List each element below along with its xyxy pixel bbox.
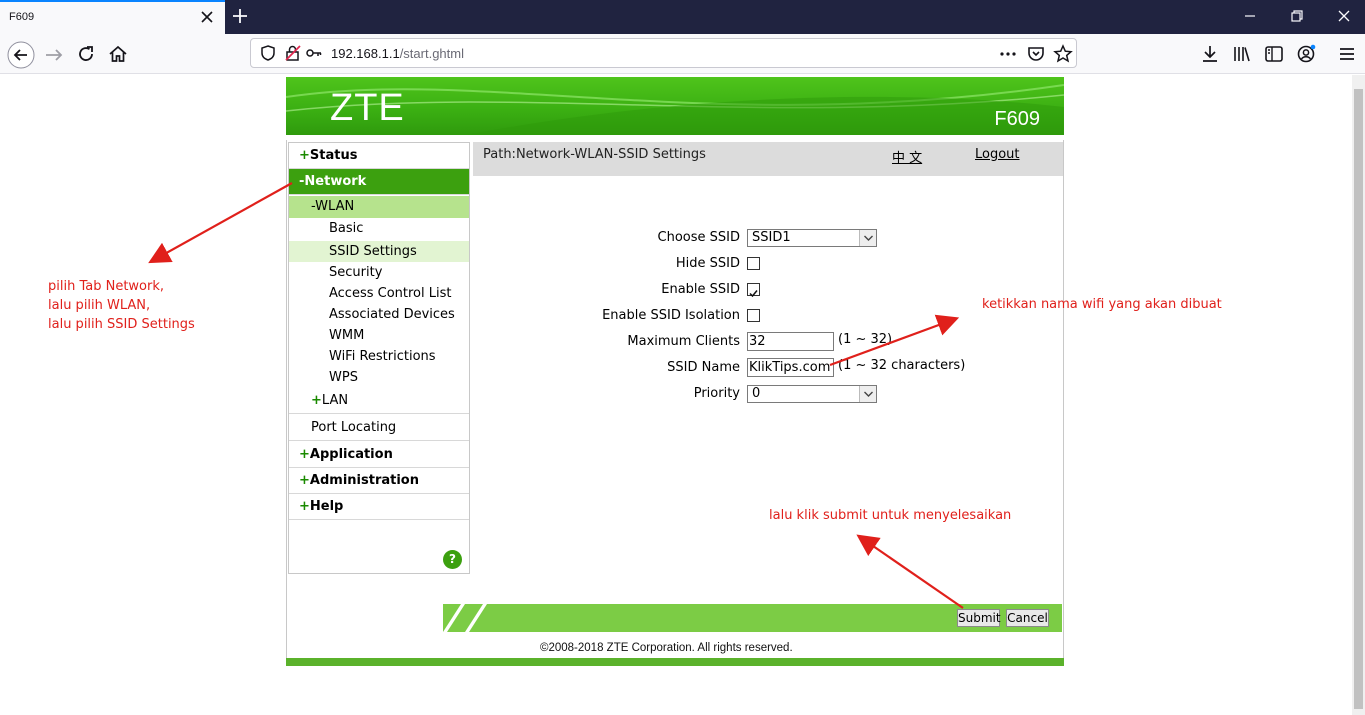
new-tab-icon[interactable] [230,6,250,26]
browser-nav-bar: 192.168.1.1/start.ghtml [0,34,1365,74]
key-icon[interactable] [305,44,323,62]
max-clients-label: Maximum Clients [627,334,740,349]
minimize-icon[interactable] [1242,8,1258,24]
sidebar-item-ssid-settings[interactable]: SSID Settings [289,241,469,262]
expand-icon: + [299,447,310,462]
ssid-name-label: SSID Name [667,360,740,375]
back-icon[interactable] [7,41,35,69]
sidebar: +Status -Network -WLAN Basic SSID Settin… [288,142,470,574]
enable-ssid-checkbox[interactable] [747,283,760,298]
choose-ssid-value: SSID1 [752,230,791,245]
sidebar-item-application[interactable]: +Application [289,442,469,468]
browser-tab-bar: F609 [0,0,1365,34]
priority-select[interactable]: 0 [747,385,877,403]
arrow-to-network [148,182,293,264]
ssid-name-input[interactable]: KlikTips.com [747,358,834,377]
chevron-down-icon [859,386,876,402]
account-icon[interactable] [1294,42,1318,66]
scrollbar-thumb[interactable] [1354,89,1363,709]
close-tab-icon[interactable] [199,9,215,25]
max-clients-hint: (1 ~ 32) [838,332,893,347]
chevron-down-icon [859,230,876,246]
shield-icon[interactable] [258,43,278,63]
insecure-lock-icon[interactable] [284,44,302,62]
zte-banner: ZTE F609 [286,77,1064,135]
menu-icon[interactable] [1335,42,1359,66]
choose-ssid-label: Choose SSID [657,230,740,245]
sidebar-item-port-locating[interactable]: Port Locating [289,415,469,441]
sidebar-item-label: Help [309,499,344,514]
language-switch-link[interactable]: 中 文 [892,147,922,166]
url-host: 192.168.1.1 [331,46,400,61]
tab-title: F609 [9,11,35,23]
expand-icon: + [311,393,322,408]
submit-button[interactable]: Submit [957,609,1001,627]
sidebar-item-label: Administration [309,473,419,488]
footer-bar [286,658,1064,666]
page-actions-icon[interactable] [996,42,1020,66]
url-path: /start.ghtml [399,46,464,61]
help-icon[interactable]: ? [443,550,462,569]
ssid-isolation-checkbox[interactable] [747,309,760,322]
sidebar-item-network[interactable]: -Network [289,169,469,195]
enable-ssid-label: Enable SSID [661,282,740,297]
expand-icon: + [299,148,310,163]
sidebar-icon[interactable] [1262,42,1286,66]
vertical-scrollbar[interactable] [1352,75,1365,715]
library-icon[interactable] [1230,42,1254,66]
sidebar-item-lan[interactable]: +LAN [289,390,469,414]
model-name: F609 [994,108,1040,130]
sidebar-item-basic[interactable]: Basic [289,218,469,239]
sidebar-item-security[interactable]: Security [289,262,469,283]
ssid-name-hint: (1 ~ 32 characters) [838,358,966,373]
sidebar-item-administration[interactable]: +Administration [289,468,469,494]
choose-ssid-select[interactable]: SSID1 [747,229,877,247]
sidebar-item-label: WLAN [315,199,355,214]
hide-ssid-checkbox[interactable] [747,257,760,270]
reload-icon[interactable] [74,42,98,66]
annotation-network-steps: pilih Tab Network, lalu pilih WLAN, lalu… [48,279,195,332]
sidebar-item-wmm[interactable]: WMM [289,325,469,346]
sidebar-item-wps[interactable]: WPS [289,367,469,388]
button-bar: Submit Cancel [443,604,1062,632]
expand-icon: + [299,473,310,488]
downloads-icon[interactable] [1198,42,1222,66]
logout-link[interactable]: Logout [975,147,1020,162]
checkmark-icon [749,290,758,298]
annotation-click-submit: lalu klik submit untuk menyelesaikan [769,508,1012,523]
sidebar-item-associated-devices[interactable]: Associated Devices [289,304,469,325]
hide-ssid-label: Hide SSID [675,256,740,271]
bar-stripe-decoration [443,604,487,632]
sidebar-item-label: Status [309,148,358,163]
path-bar: Path:Network-WLAN-SSID Settings 中 文 Logo… [473,142,1063,176]
pocket-icon[interactable] [1024,42,1048,66]
url-text[interactable]: 192.168.1.1/start.ghtml [331,46,464,61]
sidebar-item-status[interactable]: +Status [289,143,469,169]
copyright-text: ©2008-2018 ZTE Corporation. All rights r… [540,642,793,654]
browser-tab[interactable]: F609 [0,0,225,34]
home-icon[interactable] [106,42,130,66]
breadcrumb: Path:Network-WLAN-SSID Settings [483,147,706,162]
expand-icon: + [299,499,310,514]
zte-logo: ZTE [330,87,405,129]
router-admin-page: ZTE F609 +Status -Network -WLAN Basic SS… [0,75,1352,715]
url-bar[interactable]: 192.168.1.1/start.ghtml [250,38,1077,68]
close-window-icon[interactable] [1336,8,1352,24]
cancel-button[interactable]: Cancel [1006,609,1049,627]
priority-label: Priority [693,386,740,401]
annotation-type-wifi-name: ketikkan nama wifi yang akan dibuat [982,297,1222,312]
bookmark-star-icon[interactable] [1051,42,1075,66]
priority-value: 0 [752,386,761,401]
forward-icon[interactable] [42,43,66,67]
max-clients-input[interactable]: 32 [747,332,834,351]
restore-icon[interactable] [1289,8,1305,24]
sidebar-item-label: Application [309,447,393,462]
sidebar-item-label: Network [304,174,367,189]
sidebar-item-wifi-restrictions[interactable]: WiFi Restrictions [289,346,469,367]
sidebar-item-access-control-list[interactable]: Access Control List [289,283,469,304]
sidebar-item-help[interactable]: +Help [289,494,469,520]
ssid-isolation-label: Enable SSID Isolation [602,308,740,323]
sidebar-item-label: LAN [321,393,349,408]
sidebar-item-wlan[interactable]: -WLAN [289,196,469,218]
